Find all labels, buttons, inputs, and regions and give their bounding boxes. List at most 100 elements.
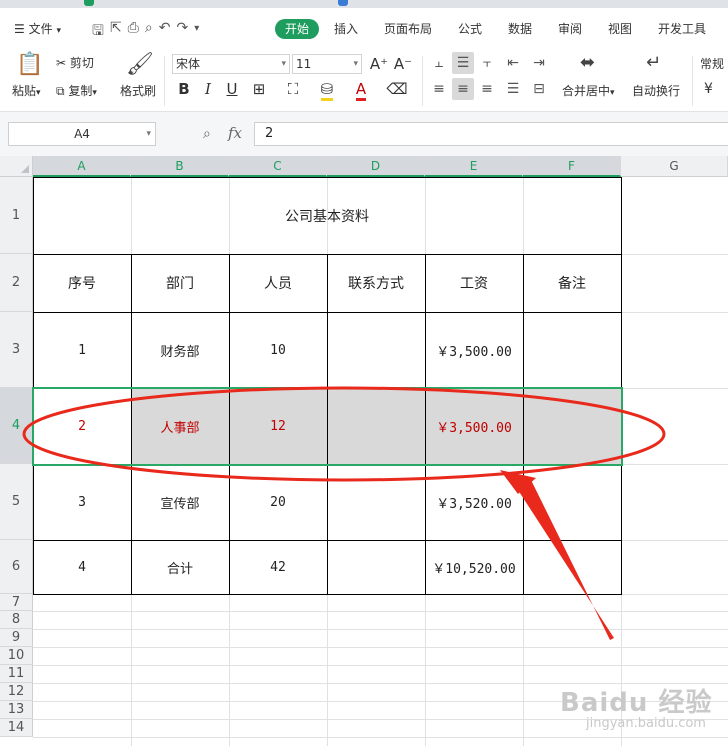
table-cell[interactable]: 4 <box>33 540 131 594</box>
tab-view[interactable]: 视图 <box>608 20 632 37</box>
decrease-indent-button[interactable]: ⇤ <box>502 52 524 74</box>
currency-button[interactable]: ¥ <box>704 81 713 97</box>
column-header-d[interactable]: D <box>327 156 425 177</box>
paste-button[interactable]: 粘贴▾ <box>12 82 41 99</box>
file-menu[interactable]: ☰ 文件 ▾ <box>14 20 61 37</box>
wrap-text-icon[interactable]: ↵ <box>646 52 661 73</box>
name-box[interactable]: A4 ▾ <box>8 122 156 146</box>
redo-icon[interactable]: ↷ <box>176 20 188 44</box>
table-cell[interactable] <box>523 312 621 388</box>
font-name-select[interactable]: 宋体 ▾ <box>172 54 290 74</box>
document-tab-icon[interactable] <box>84 0 94 6</box>
column-header-e[interactable]: E <box>425 156 523 177</box>
tab-data[interactable]: 数据 <box>508 20 532 37</box>
table-cell[interactable]: 3 <box>33 464 131 540</box>
table-cell[interactable]: 1 <box>33 312 131 388</box>
align-left-button[interactable]: ≡ <box>428 78 450 100</box>
more-chevron-icon[interactable]: ▾ <box>194 20 199 44</box>
spreadsheet-grid[interactable]: ABCDEFG 1 2 3 4 5 6 7 8 9 10 11 12 13 14 公司基本资料 序号 部门 人员… <box>0 156 728 746</box>
justify-button[interactable]: ☰ <box>502 78 524 100</box>
paste-icon[interactable]: 📋 <box>16 52 43 77</box>
row-header-9[interactable]: 9 <box>0 629 33 647</box>
select-all-corner[interactable] <box>0 156 33 177</box>
table-cell[interactable]: 合计 <box>131 540 229 594</box>
row-header-13[interactable]: 13 <box>0 701 33 719</box>
wrap-text-button[interactable]: 自动换行 <box>632 82 680 99</box>
row-header-4[interactable]: 4 <box>0 388 33 464</box>
header-cell[interactable]: 序号 <box>33 254 131 312</box>
header-cell[interactable]: 工资 <box>425 254 523 312</box>
fx-icon[interactable]: fx <box>228 124 242 142</box>
tab-home[interactable]: 开始 <box>275 19 319 39</box>
align-middle-button[interactable]: ☰ <box>452 52 474 74</box>
table-cell[interactable]: ￥3,500.00 <box>425 312 523 388</box>
table-cell[interactable]: 42 <box>229 540 327 594</box>
row-header-1[interactable]: 1 <box>0 177 33 254</box>
document-tab-icon-2[interactable] <box>338 0 348 6</box>
align-center-button[interactable]: ≡ <box>452 78 474 100</box>
row-header-5[interactable]: 5 <box>0 464 33 540</box>
cell-style-button[interactable]: ⛶ <box>282 78 304 100</box>
table-cell[interactable]: 财务部 <box>131 312 229 388</box>
column-header-f[interactable]: F <box>523 156 621 177</box>
header-cell[interactable]: 备注 <box>523 254 621 312</box>
merge-center-icon[interactable]: ⬌ <box>580 52 595 73</box>
row-header-10[interactable]: 10 <box>0 647 33 665</box>
fill-color-button[interactable]: ⛁ <box>316 78 338 101</box>
increase-indent-button[interactable]: ⇥ <box>528 52 550 74</box>
table-cell[interactable] <box>327 312 425 388</box>
border-button[interactable]: ⊞ <box>248 78 270 100</box>
tab-insert[interactable]: 插入 <box>334 20 358 37</box>
row-header-14[interactable]: 14 <box>0 719 33 737</box>
table-cell[interactable] <box>523 464 621 540</box>
clear-button[interactable]: ⌫ <box>386 78 408 100</box>
bold-button[interactable]: B <box>173 78 195 100</box>
table-cell[interactable]: ￥10,520.00 <box>425 540 523 594</box>
column-header-a[interactable]: A <box>33 156 131 177</box>
row-header-6[interactable]: 6 <box>0 540 33 594</box>
font-color-button[interactable]: A <box>350 78 372 101</box>
header-cell[interactable]: 联系方式 <box>327 254 425 312</box>
row-header-12[interactable]: 12 <box>0 683 33 701</box>
number-format-select[interactable]: 常规 <box>700 55 724 72</box>
align-top-button[interactable]: ⫠ <box>428 52 450 74</box>
row-header-2[interactable]: 2 <box>0 254 33 312</box>
table-cell[interactable]: ￥3,520.00 <box>425 464 523 540</box>
print-icon[interactable]: ⎙ <box>128 20 139 44</box>
row-header-8[interactable]: 8 <box>0 611 33 629</box>
distributed-button[interactable]: ⊟ <box>528 78 550 100</box>
increase-font-button[interactable]: A⁺ <box>368 53 390 75</box>
align-bottom-button[interactable]: ⫟ <box>476 52 498 74</box>
export-icon[interactable]: ⇱ <box>110 20 122 44</box>
header-cell[interactable]: 人员 <box>229 254 327 312</box>
copy-button[interactable]: ⧉ 复制▾ <box>56 82 97 99</box>
print-preview-icon[interactable]: ⌕ <box>145 20 153 44</box>
underline-button[interactable]: U <box>221 78 243 100</box>
zoom-icon[interactable]: ⌕ <box>203 126 211 142</box>
italic-button[interactable]: I <box>197 78 219 100</box>
row-header-11[interactable]: 11 <box>0 665 33 683</box>
tab-page-layout[interactable]: 页面布局 <box>384 20 432 37</box>
format-painter-icon[interactable]: 🖌 <box>126 52 154 77</box>
format-painter-button[interactable]: 格式刷 <box>120 82 156 99</box>
undo-icon[interactable]: ↶ <box>159 20 171 44</box>
tab-developer[interactable]: 开发工具 <box>658 20 706 37</box>
table-cell[interactable]: 20 <box>229 464 327 540</box>
row-header-7[interactable]: 7 <box>0 594 33 611</box>
column-header-c[interactable]: C <box>229 156 327 177</box>
save-icon[interactable]: 🖫 <box>92 20 104 44</box>
table-cell[interactable] <box>327 540 425 594</box>
tab-formulas[interactable]: 公式 <box>458 20 482 37</box>
table-cell[interactable] <box>523 540 621 594</box>
table-cell[interactable] <box>327 464 425 540</box>
merge-center-button[interactable]: 合并居中▾ <box>562 82 615 99</box>
font-size-select[interactable]: 11 ▾ <box>292 54 362 74</box>
decrease-font-button[interactable]: A⁻ <box>392 53 414 75</box>
column-header-g[interactable]: G <box>621 156 728 177</box>
formula-input[interactable]: 2 <box>254 122 728 146</box>
tab-review[interactable]: 审阅 <box>558 20 582 37</box>
column-header-b[interactable]: B <box>131 156 229 177</box>
align-right-button[interactable]: ≡ <box>476 78 498 100</box>
cut-button[interactable]: ✂ 剪切 <box>56 54 94 71</box>
row-header-3[interactable]: 3 <box>0 312 33 388</box>
